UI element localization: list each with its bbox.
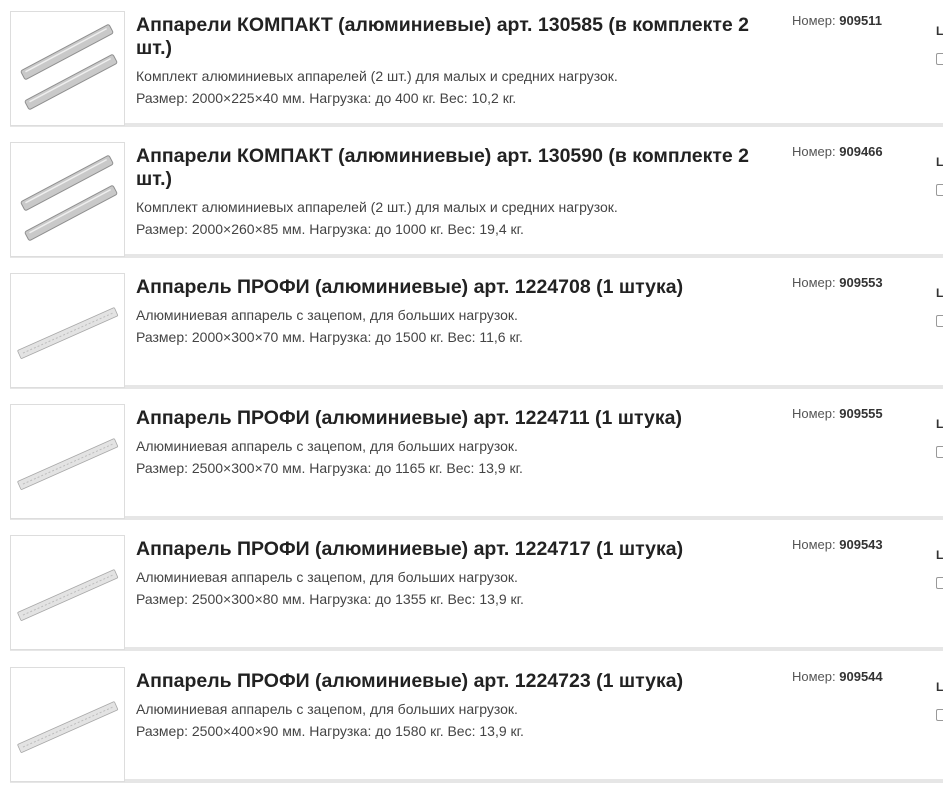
side-label: L — [936, 24, 943, 38]
side-label: L — [936, 155, 943, 169]
product-image[interactable] — [10, 11, 125, 126]
ramp-single-image — [17, 701, 119, 753]
number-value: 909511 — [839, 13, 882, 28]
number-label: Номер: — [792, 406, 836, 421]
product-title[interactable]: Аппарель ПРОФИ (алюминиевые) арт. 122471… — [136, 407, 766, 430]
side-label: L — [936, 417, 943, 431]
product-number: Номер: 909553 — [792, 275, 883, 290]
product-description: Алюминиевая аппарель с зацепом, для боль… — [136, 569, 518, 585]
product-title[interactable]: Аппарель ПРОФИ (алюминиевые) арт. 122470… — [136, 276, 766, 299]
product-title[interactable]: Аппарели КОМПАКТ (алюминиевые) арт. 1305… — [136, 14, 766, 60]
product-specs: Размер: 2000×300×70 мм. Нагрузка: до 150… — [136, 329, 523, 345]
number-label: Номер: — [792, 275, 836, 290]
number-label: Номер: — [792, 669, 836, 684]
product-number: Номер: 909555 — [792, 406, 883, 421]
product-description: Комплект алюминиевых аппарелей (2 шт.) д… — [136, 68, 618, 84]
product-item: Аппарель ПРОФИ (алюминиевые) арт. 122470… — [10, 273, 943, 389]
product-image[interactable] — [10, 273, 125, 388]
product-description: Алюминиевая аппарель с зацепом, для боль… — [136, 438, 518, 454]
product-number: Номер: 909544 — [792, 669, 883, 684]
product-item: Аппарель ПРОФИ (алюминиевые) арт. 122472… — [10, 667, 943, 783]
number-value: 909543 — [839, 537, 883, 552]
product-number: Номер: 909466 — [792, 144, 883, 159]
side-label: L — [936, 680, 943, 694]
ramp-pair-image — [20, 155, 118, 241]
product-image[interactable] — [10, 535, 125, 650]
product-image[interactable] — [10, 404, 125, 519]
product-item: Аппарель ПРОФИ (алюминиевые) арт. 122471… — [10, 535, 943, 651]
product-item: Аппарели КОМПАКТ (алюминиевые) арт. 1305… — [10, 11, 943, 127]
number-label: Номер: — [792, 144, 836, 159]
compare-checkbox[interactable] — [936, 315, 943, 327]
compare-checkbox[interactable] — [936, 184, 943, 196]
product-description: Алюминиевая аппарель с зацепом, для боль… — [136, 307, 518, 323]
product-title[interactable]: Аппарель ПРОФИ (алюминиевые) арт. 122471… — [136, 538, 766, 561]
product-specs: Размер: 2000×260×85 мм. Нагрузка: до 100… — [136, 221, 524, 237]
ramp-single-image — [17, 307, 119, 359]
product-image[interactable] — [10, 142, 125, 257]
number-value: 909544 — [839, 669, 883, 684]
compare-checkbox[interactable] — [936, 53, 943, 65]
compare-checkbox[interactable] — [936, 446, 943, 458]
number-label: Номер: — [792, 537, 836, 552]
number-value: 909555 — [839, 406, 883, 421]
ramp-pair-image — [20, 24, 118, 110]
product-title[interactable]: Аппарель ПРОФИ (алюминиевые) арт. 122472… — [136, 670, 766, 693]
compare-checkbox[interactable] — [936, 577, 943, 589]
ramp-single-image — [17, 569, 119, 621]
product-description: Комплект алюминиевых аппарелей (2 шт.) д… — [136, 199, 618, 215]
number-value: 909553 — [839, 275, 883, 290]
product-number: Номер: 909543 — [792, 537, 883, 552]
product-description: Алюминиевая аппарель с зацепом, для боль… — [136, 701, 518, 717]
side-label: L — [936, 548, 943, 562]
product-list: Аппарели КОМПАКТ (алюминиевые) арт. 1305… — [0, 0, 943, 794]
product-specs: Размер: 2000×225×40 мм. Нагрузка: до 400… — [136, 90, 517, 106]
compare-checkbox[interactable] — [936, 709, 943, 721]
product-specs: Размер: 2500×300×70 мм. Нагрузка: до 116… — [136, 460, 523, 476]
product-specs: Размер: 2500×300×80 мм. Нагрузка: до 135… — [136, 591, 524, 607]
product-item: Аппарель ПРОФИ (алюминиевые) арт. 122471… — [10, 404, 943, 520]
number-label: Номер: — [792, 13, 836, 28]
number-value: 909466 — [839, 144, 883, 159]
product-specs: Размер: 2500×400×90 мм. Нагрузка: до 158… — [136, 723, 524, 739]
side-label: L — [936, 286, 943, 300]
product-image[interactable] — [10, 667, 125, 782]
product-title[interactable]: Аппарели КОМПАКТ (алюминиевые) арт. 1305… — [136, 145, 766, 191]
product-item: Аппарели КОМПАКТ (алюминиевые) арт. 1305… — [10, 142, 943, 258]
ramp-single-image — [17, 438, 119, 490]
product-number: Номер: 909511 — [792, 13, 882, 28]
